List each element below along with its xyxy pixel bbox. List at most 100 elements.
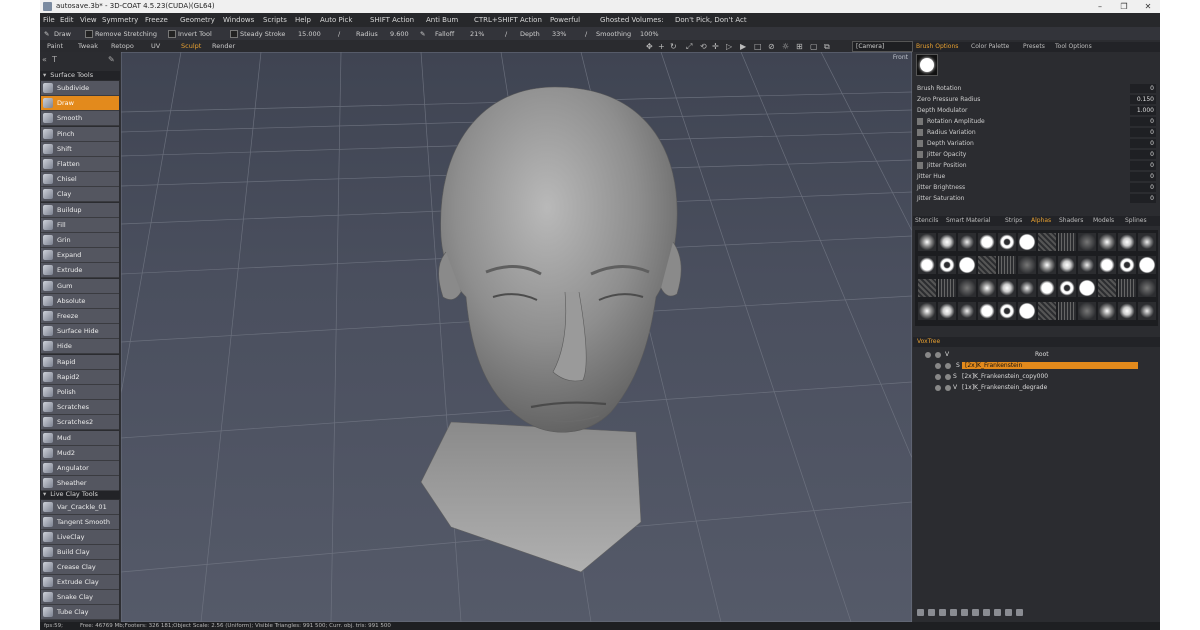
tab-paint[interactable]: Paint bbox=[47, 42, 63, 50]
tab-strips[interactable]: Strips bbox=[1005, 217, 1022, 224]
loop-icon[interactable]: ⟲ bbox=[700, 42, 707, 51]
tool-button[interactable]: Rapid bbox=[41, 354, 119, 370]
minimize-button[interactable]: – bbox=[1088, 0, 1112, 13]
merge-layer-icon[interactable] bbox=[950, 609, 957, 616]
tool-button[interactable]: Mud bbox=[41, 430, 119, 446]
settings-icon[interactable] bbox=[972, 609, 979, 616]
tab-uv[interactable]: UV bbox=[151, 42, 160, 50]
alpha-thumbnail[interactable] bbox=[1138, 233, 1156, 251]
pen-pressure-icon[interactable] bbox=[917, 162, 923, 169]
tab-presets[interactable]: Presets bbox=[1023, 43, 1045, 50]
tool-button[interactable]: Expand bbox=[41, 248, 119, 264]
move-icon[interactable]: + bbox=[658, 42, 665, 51]
alpha-thumbnail[interactable] bbox=[1098, 256, 1116, 274]
tool-button[interactable]: Mud2 bbox=[41, 445, 119, 461]
visibility-eye-icon[interactable] bbox=[935, 363, 941, 369]
tool-button[interactable]: Surface Hide bbox=[41, 324, 119, 340]
sort-icon[interactable] bbox=[983, 609, 990, 616]
tool-button[interactable]: Subdivide bbox=[41, 81, 119, 96]
layer-row[interactable]: V Root bbox=[915, 350, 1158, 360]
menu-geometry[interactable]: Geometry bbox=[180, 16, 215, 24]
alpha-thumbnail[interactable] bbox=[938, 256, 956, 274]
tab-alphas[interactable]: Alphas bbox=[1031, 217, 1051, 224]
brush-icon[interactable]: ✎ bbox=[108, 55, 115, 64]
alpha-thumbnail[interactable] bbox=[958, 302, 976, 320]
alpha-thumbnail[interactable] bbox=[958, 279, 976, 297]
alpha-thumbnail[interactable] bbox=[978, 256, 996, 274]
collapse-arrows-icon[interactable]: « bbox=[42, 55, 47, 64]
tool-button[interactable]: LiveClay bbox=[41, 530, 119, 545]
tab-retopo[interactable]: Retopo bbox=[111, 42, 134, 50]
tab-render[interactable]: Render bbox=[212, 42, 235, 50]
maximize-button[interactable]: ❐ bbox=[1112, 0, 1136, 13]
tab-shaders[interactable]: Shaders bbox=[1059, 217, 1083, 224]
zoom-icon[interactable]: ⤢ bbox=[686, 42, 692, 52]
tool-button[interactable]: Grin bbox=[41, 233, 119, 248]
falloff-value[interactable]: 21% bbox=[470, 30, 484, 38]
pen-pressure-icon[interactable] bbox=[917, 151, 923, 158]
alpha-thumbnail[interactable] bbox=[998, 302, 1016, 320]
pan-icon[interactable]: ✥ bbox=[646, 42, 653, 51]
tool-button[interactable]: Flatten bbox=[41, 157, 119, 172]
alpha-thumbnail[interactable] bbox=[1138, 256, 1156, 274]
text-tool-icon[interactable]: T bbox=[52, 55, 57, 64]
tab-voxtree[interactable]: VoxTree bbox=[917, 338, 940, 345]
tab-models[interactable]: Models bbox=[1093, 217, 1114, 224]
more-icon[interactable] bbox=[1016, 609, 1023, 616]
tool-button[interactable]: Extrude bbox=[41, 263, 119, 279]
tool-button[interactable]: Clay bbox=[41, 187, 119, 203]
alpha-thumbnail[interactable] bbox=[918, 302, 936, 320]
tab-tool-options[interactable]: Tool Options bbox=[1055, 43, 1092, 50]
smoothing-value[interactable]: 100% bbox=[640, 30, 659, 38]
alpha-thumbnail[interactable] bbox=[1098, 302, 1116, 320]
folder-icon[interactable] bbox=[961, 609, 968, 616]
tool-button[interactable]: Hide bbox=[41, 339, 119, 355]
alpha-thumbnail[interactable] bbox=[978, 279, 996, 297]
brush-property-value[interactable]: 0 bbox=[1130, 172, 1156, 181]
tool-button[interactable]: Draw bbox=[41, 96, 119, 112]
auto-pick-toggle[interactable]: Auto Pick bbox=[320, 16, 352, 24]
brush-property-value[interactable]: 0 bbox=[1130, 194, 1156, 203]
frame-icon[interactable]: ▢ bbox=[810, 42, 818, 51]
pen-pressure-icon[interactable] bbox=[917, 118, 923, 125]
tool-button[interactable]: Scratches2 bbox=[41, 415, 119, 431]
live-clay-tools-header[interactable]: ▾ Live Clay Tools bbox=[40, 490, 120, 499]
tool-button[interactable]: Angulator bbox=[41, 461, 119, 476]
copy-layer-icon[interactable] bbox=[928, 609, 935, 616]
alpha-thumbnail[interactable] bbox=[958, 256, 976, 274]
tool-button[interactable]: Absolute bbox=[41, 293, 119, 309]
tab-tweak[interactable]: Tweak bbox=[78, 42, 98, 50]
close-button[interactable]: ✕ bbox=[1136, 0, 1160, 13]
tab-sculpt[interactable]: Sculpt bbox=[181, 42, 201, 50]
tool-button[interactable]: Crease Clay bbox=[41, 560, 119, 575]
brush-property-value[interactable]: 0 bbox=[1130, 161, 1156, 170]
alpha-thumbnail[interactable] bbox=[1018, 302, 1036, 320]
alpha-thumbnail[interactable] bbox=[1038, 302, 1056, 320]
menu-edit[interactable]: Edit bbox=[60, 16, 74, 24]
alpha-thumbnail[interactable] bbox=[1118, 302, 1136, 320]
steady-stroke-value[interactable]: 15.000 bbox=[298, 30, 321, 38]
menu-windows[interactable]: Windows bbox=[223, 16, 254, 24]
brush-property-value[interactable]: 0 bbox=[1130, 139, 1156, 148]
tool-button[interactable]: Fill bbox=[41, 217, 119, 233]
alpha-thumbnail[interactable] bbox=[1018, 256, 1036, 274]
alpha-thumbnail[interactable] bbox=[978, 233, 996, 251]
alpha-thumbnail[interactable] bbox=[1138, 302, 1156, 320]
alpha-thumbnail[interactable] bbox=[1118, 279, 1136, 297]
alpha-thumbnail[interactable] bbox=[1118, 233, 1136, 251]
sun-icon[interactable]: ☼ bbox=[782, 42, 789, 51]
alpha-thumbnail[interactable] bbox=[938, 302, 956, 320]
lock-icon[interactable] bbox=[1005, 609, 1012, 616]
alpha-thumbnail[interactable] bbox=[1078, 279, 1096, 297]
alpha-thumbnail[interactable] bbox=[918, 233, 936, 251]
viewport-3d[interactable]: Front bbox=[121, 52, 912, 622]
brush-property-value[interactable]: 0.150 bbox=[1130, 95, 1156, 104]
alpha-thumbnail[interactable] bbox=[1058, 302, 1076, 320]
tab-stencils[interactable]: Stencils bbox=[915, 217, 938, 224]
visibility-icon[interactable] bbox=[994, 609, 1001, 616]
tool-button[interactable]: Var_Crackle_01 bbox=[41, 500, 119, 515]
alpha-thumbnail[interactable] bbox=[1078, 302, 1096, 320]
depth-value[interactable]: 33% bbox=[552, 30, 566, 38]
ctrl-shift-action-select[interactable]: Powerful bbox=[550, 16, 580, 24]
tool-button[interactable]: Snake Clay bbox=[41, 590, 119, 605]
